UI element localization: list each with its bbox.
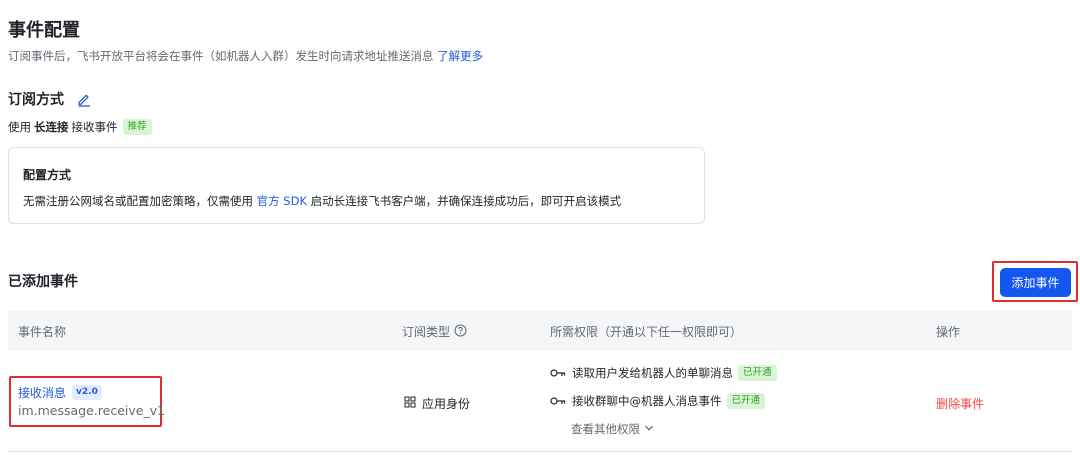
delete-event-button[interactable]: 删除事件 [936,395,984,412]
permission-status-badge: 已开通 [738,365,777,381]
column-subscription-type: 订阅类型 [402,323,467,340]
event-name-link[interactable]: 接收消息 [18,384,66,401]
row-divider [8,451,1072,452]
subtitle-text: 订阅事件后，飞书开放平台将会在事件（如机器人入群）发生时向请求地址推送消息 [8,49,434,63]
learn-more-link[interactable]: 了解更多 [437,49,483,63]
column-permissions: 所需权限（开通以下任一权限即可） [550,325,743,339]
recommend-badge: 推荐 [122,119,152,135]
grid-icon [404,396,416,411]
edit-icon[interactable] [76,91,92,107]
key-icon [550,396,566,406]
permission-item: 接收群聊中@机器人消息事件 已开通 [550,393,766,409]
permission-item: 读取用户发给机器人的单聊消息 已开通 [550,365,777,381]
sdk-link[interactable]: 官方 SDK [257,194,307,208]
subscription-type-cell: 应用身份 [404,395,470,412]
mode-prefix: 使用 [8,120,31,134]
event-id: im.message.receive_v1 [18,403,166,418]
mode-method: 长连接 [34,120,69,134]
view-more-label: 查看其他权限 [571,422,640,436]
permission-label: 接收群聊中@机器人消息事件 [572,394,722,408]
added-events-title: 已添加事件 [8,274,78,290]
config-desc-after: 启动长连接飞书客户端，并确保连接成功后，即可开启该模式 [310,194,622,208]
events-table-header: 事件名称 订阅类型 所需权限（开通以下任一权限即可） 操作 [8,311,1072,351]
permission-label: 读取用户发给机器人的单聊消息 [572,366,733,380]
config-title: 配置方式 [23,168,72,182]
mode-suffix: 接收事件 [71,120,118,134]
subscription-mode: 使用 长连接 接收事件 推荐 [8,119,152,135]
permission-status-badge: 已开通 [726,393,766,409]
view-more-permissions[interactable]: 查看其他权限 [571,421,654,437]
add-event-button[interactable]: 添加事件 [1000,268,1071,297]
version-badge: v2.0 [72,385,102,400]
key-icon [550,368,566,378]
event-name: 接收消息 v2.0 [18,384,102,401]
subscription-header: 订阅方式 [8,89,92,109]
config-desc-before: 无需注册公网域名或配置加密策略，仅需使用 [23,194,253,208]
subscription-title: 订阅方式 [8,92,64,108]
page-title: 事件配置 [8,20,80,41]
config-card: 配置方式 无需注册公网域名或配置加密策略，仅需使用 官方 SDK 启动长连接飞书… [8,147,705,224]
help-circle-icon[interactable] [454,324,467,340]
chevron-down-icon [644,422,654,436]
column-subscription-type-label: 订阅类型 [402,325,451,339]
config-description: 无需注册公网域名或配置加密策略，仅需使用 官方 SDK 启动长连接飞书客户端，并… [23,193,621,209]
subscription-type-label: 应用身份 [422,397,471,411]
page-subtitle: 订阅事件后，飞书开放平台将会在事件（如机器人入群）发生时向请求地址推送消息 了解… [8,48,483,64]
column-actions: 操作 [936,325,961,339]
column-event-name: 事件名称 [18,325,67,339]
